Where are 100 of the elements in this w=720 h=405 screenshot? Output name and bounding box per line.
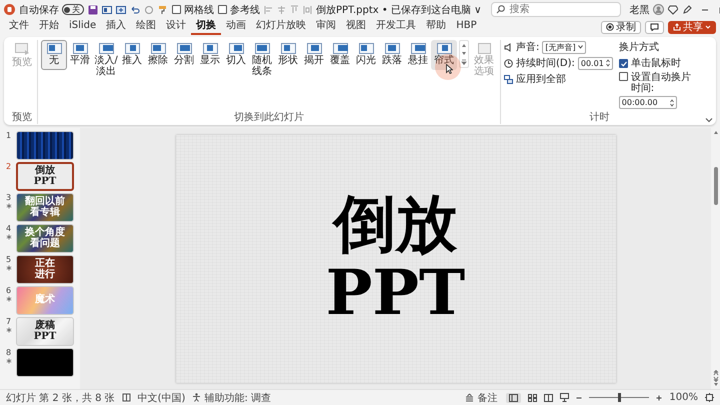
- share-button[interactable]: 共享: [668, 20, 716, 34]
- avatar-icon[interactable]: [653, 4, 664, 15]
- transition-effect-icon: [436, 43, 452, 54]
- save-icon[interactable]: [88, 4, 98, 14]
- duration-field[interactable]: 00.01: [578, 56, 613, 70]
- search-field[interactable]: 搜索: [491, 2, 622, 17]
- transition-option[interactable]: 无: [41, 40, 67, 70]
- accessibility-icon[interactable]: [192, 393, 202, 402]
- ribbon-tab[interactable]: 设计: [161, 20, 192, 34]
- autosave-toggle[interactable]: 关: [62, 4, 84, 15]
- transition-effect-icon: [98, 43, 114, 54]
- zoom-out-icon[interactable]: [576, 394, 582, 400]
- transition-option[interactable]: 覆盖: [327, 40, 353, 70]
- ribbon-tab[interactable]: HBP: [451, 20, 482, 34]
- transition-option[interactable]: 推入: [119, 40, 145, 70]
- transition-effect-icon: [384, 43, 400, 54]
- transition-option[interactable]: 揭开: [301, 40, 327, 70]
- pen-icon[interactable]: [682, 4, 692, 14]
- thumbnail-text: 换个角度看问题: [24, 228, 66, 249]
- thumbnail-text: 倒放 PPT: [34, 166, 56, 187]
- preview-icon: [14, 43, 30, 56]
- group-label: 切换到此幻灯片: [233, 110, 305, 124]
- transition-option[interactable]: 闪光: [353, 40, 379, 70]
- checkbox[interactable]: [618, 58, 628, 68]
- slide-number: 6: [6, 286, 12, 295]
- apply-to-all-button[interactable]: 应用到全部: [504, 72, 613, 86]
- language-text[interactable]: 中文(中国): [138, 390, 186, 404]
- slide-thumbnail[interactable]: 倒放 PPT: [16, 162, 74, 191]
- thumbnail-text: 翻回以前看专辑: [24, 197, 66, 218]
- transition-option[interactable]: 平滑: [67, 40, 93, 70]
- transition-option[interactable]: 跌落: [379, 40, 405, 70]
- ribbon-tab[interactable]: 视图: [341, 20, 372, 34]
- ribbon-tab[interactable]: 帮助: [421, 20, 452, 34]
- notes-button[interactable]: 备注: [463, 390, 500, 404]
- slide-thumbnail[interactable]: 废稿 PPT: [16, 317, 74, 346]
- slide-sorter-icon[interactable]: [528, 394, 538, 402]
- ribbon-tab[interactable]: 开发工具: [371, 20, 422, 34]
- slide-show-icon[interactable]: [560, 393, 570, 402]
- next-slide-icon[interactable]: [712, 376, 718, 382]
- scroll-down-icon[interactable]: [461, 51, 467, 56]
- scrollbar-thumb[interactable]: [714, 167, 718, 205]
- transition-option[interactable]: 显示: [197, 40, 223, 70]
- slide-number: 3: [6, 193, 12, 202]
- zoom-in-icon[interactable]: [656, 394, 662, 400]
- transition-option[interactable]: 淡入/淡出: [93, 40, 119, 80]
- zoom-percentage[interactable]: 100%: [669, 392, 698, 403]
- checkbox-label: 网格线: [184, 4, 214, 16]
- ribbon-tab[interactable]: 幻灯片放映: [251, 20, 312, 34]
- slide-number: 1: [6, 131, 12, 140]
- ribbon-tab[interactable]: iSlide: [64, 20, 102, 34]
- diamond-icon[interactable]: [668, 4, 678, 14]
- reading-view-icon[interactable]: [544, 394, 554, 402]
- scroll-down-icon[interactable]: [712, 382, 718, 387]
- sound-dropdown[interactable]: [无声音]: [542, 40, 586, 54]
- collapse-ribbon-icon[interactable]: [705, 117, 713, 123]
- transition-effect-icon: [150, 43, 166, 54]
- scroll-up-icon[interactable]: [712, 130, 718, 135]
- ribbon-tab[interactable]: 插入: [101, 20, 132, 34]
- ribbon-tab[interactable]: 文件: [4, 20, 34, 34]
- ribbon-tab[interactable]: 审阅: [311, 20, 342, 34]
- transition-option[interactable]: 切入: [223, 40, 249, 70]
- checkbox[interactable]: [172, 5, 181, 14]
- document-title[interactable]: 倒放PPT.pptx • 已保存到这台电脑 ∨: [316, 2, 482, 16]
- transition-option[interactable]: 随机线条: [249, 40, 275, 80]
- slide-thumbnail[interactable]: 换个角度看问题: [16, 224, 74, 253]
- fit-to-window-icon[interactable]: [705, 393, 714, 402]
- transition-option[interactable]: 帘式: [431, 40, 457, 70]
- effect-options-icon: [478, 43, 490, 54]
- user-name[interactable]: 老黑: [629, 2, 650, 16]
- slide-thumbnail[interactable]: [16, 131, 74, 160]
- slide-thumbnail[interactable]: 翻回以前看专辑: [16, 193, 74, 222]
- accessibility-status[interactable]: 辅助功能: 调查: [204, 390, 271, 404]
- ribbon-tab[interactable]: 切换: [191, 20, 222, 34]
- transition-option[interactable]: 悬挂: [405, 40, 431, 70]
- record-button[interactable]: 录制: [601, 20, 641, 34]
- undo-icon[interactable]: [130, 4, 140, 14]
- new-slide-icon[interactable]: [116, 4, 126, 14]
- normal-view-icon[interactable]: [509, 394, 518, 402]
- slide-layout-icon[interactable]: [102, 4, 112, 14]
- ribbon-tab[interactable]: 动画: [221, 20, 252, 34]
- ribbon-tab[interactable]: 绘图: [131, 20, 162, 34]
- zoom-slider-thumb[interactable]: [618, 393, 622, 402]
- more-icon[interactable]: [461, 59, 467, 65]
- transition-option[interactable]: 形状: [275, 40, 301, 70]
- slide-thumbnail[interactable]: 正在 进行: [16, 255, 74, 284]
- app-logo-icon: [4, 4, 15, 15]
- scroll-up-icon[interactable]: [461, 43, 467, 48]
- auto-advance-time-field[interactable]: 00:00.00: [618, 96, 677, 109]
- transition-option[interactable]: 分割: [171, 40, 197, 70]
- checkbox[interactable]: [618, 72, 628, 81]
- slide-number: 8: [6, 348, 12, 357]
- checkbox[interactable]: [218, 5, 227, 14]
- transition-option[interactable]: 擦除: [145, 40, 171, 70]
- previous-slide-icon[interactable]: [712, 370, 718, 376]
- slide-number: 2: [6, 162, 12, 171]
- slide-number: 4: [6, 224, 12, 233]
- slide-thumbnail[interactable]: [16, 348, 74, 377]
- ribbon-tab[interactable]: 开始: [34, 20, 64, 34]
- format-painter-icon[interactable]: [158, 4, 168, 14]
- comment-button[interactable]: [645, 20, 664, 34]
